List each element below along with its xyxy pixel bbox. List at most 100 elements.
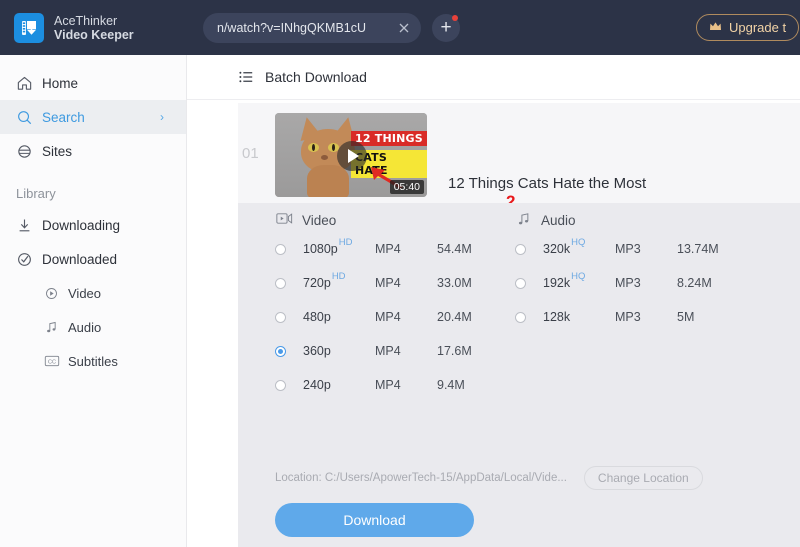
video-section-title: Video [302, 212, 337, 228]
sidebar-item-search[interactable]: Search › [0, 100, 186, 134]
radio-button[interactable] [275, 311, 286, 323]
list-icon [238, 69, 254, 85]
sidebar-label-video: Video [68, 285, 102, 301]
sidebar-item-subtitles[interactable]: CC Subtitles [0, 344, 186, 378]
download-item-card: 01 12 THINGS CATS HATE 05:40 12 Things C… [238, 103, 800, 547]
option-format: MP4 [375, 378, 401, 392]
upgrade-label: Upgrade t [729, 20, 787, 35]
option-format: MP3 [615, 310, 641, 324]
option-size: 13.74M [677, 242, 719, 256]
sidebar-label-subtitles: Subtitles [68, 353, 118, 369]
search-icon [16, 109, 42, 126]
video-title: 12 Things Cats Hate the Most [448, 175, 647, 192]
upgrade-button[interactable]: Upgrade t [696, 14, 800, 41]
option-size: 5M [677, 310, 695, 324]
option-format: MP4 [375, 344, 401, 358]
option-size: 17.6M [437, 344, 472, 358]
tab-label: n/watch?v=INhgQKMB1cU [217, 21, 367, 35]
title-bar: AceThinker Video Keeper n/watch?v=INhgQK… [0, 0, 800, 55]
thumbnail-text-top: 12 THINGS [351, 131, 427, 146]
video-option-row[interactable]: 1080p HD MP4 54.4M [275, 237, 505, 256]
radio-button[interactable] [275, 243, 286, 255]
sidebar-item-audio[interactable]: Audio [0, 310, 186, 344]
cat-body [307, 165, 349, 197]
audio-option-row[interactable]: 128k MP3 5M [515, 310, 745, 324]
hq-badge: HQ [571, 237, 586, 248]
sidebar-label-search: Search [42, 109, 85, 125]
audio-option-row[interactable]: 192k HQ MP3 8.24M [515, 271, 745, 290]
video-option-row[interactable]: 480p MP4 20.4M [275, 310, 505, 324]
radio-button[interactable] [275, 379, 286, 391]
option-quality: 360p [303, 344, 331, 358]
option-format: MP4 [375, 276, 401, 290]
svg-text:CC: CC [48, 360, 56, 366]
sidebar-item-video[interactable]: Video [0, 276, 186, 310]
cat-nose [321, 155, 328, 160]
hd-badge: HD [338, 237, 353, 248]
sidebar-label-downloading: Downloading [42, 217, 121, 233]
video-option-row[interactable]: 240p MP4 9.4M [275, 378, 505, 392]
download-button[interactable]: Download [275, 503, 474, 537]
video-duration: 05:40 [389, 180, 424, 194]
sidebar-label-home: Home [42, 75, 79, 91]
option-size: 20.4M [437, 310, 472, 324]
video-option-row[interactable]: 720p HD MP4 33.0M [275, 271, 505, 290]
radio-button[interactable] [275, 277, 286, 289]
format-options-panel: Video Audio 1080p HD MP4 54.4M 720p HD M… [238, 203, 800, 547]
notification-dot [452, 15, 458, 21]
play-circle-icon [44, 286, 68, 301]
audio-section-header: Audio [516, 212, 576, 229]
option-format: MP4 [375, 242, 401, 256]
option-size: 33.0M [437, 276, 472, 290]
option-quality: 1080p HD [303, 237, 353, 256]
option-quality: 720p HD [303, 271, 346, 290]
main-content: Batch Download 01 12 THINGS CATS HATE 05… [187, 55, 800, 547]
option-quality: 320k HQ [543, 237, 586, 256]
sidebar-item-downloaded[interactable]: Downloaded [0, 242, 186, 276]
content-header: Batch Download [187, 55, 800, 100]
location-path: Location: C:/Users/ApowerTech-15/AppData… [275, 472, 567, 484]
sidebar-item-home[interactable]: Home [0, 66, 186, 100]
sidebar-label-audio: Audio [68, 319, 102, 335]
check-circle-icon [16, 251, 42, 268]
option-quality: 128k [543, 310, 571, 324]
close-icon[interactable] [393, 17, 415, 39]
music-note-icon [516, 212, 532, 229]
music-note-icon [44, 320, 68, 335]
option-size: 54.4M [437, 242, 472, 256]
sidebar-label-downloaded: Downloaded [42, 251, 118, 267]
radio-button[interactable] [515, 277, 526, 289]
option-quality: 480p [303, 310, 331, 324]
option-quality: 240p [303, 378, 331, 392]
cat-eye-left [308, 143, 319, 152]
crown-icon [709, 20, 722, 35]
sidebar-item-downloading[interactable]: Downloading [0, 208, 186, 242]
change-location-button[interactable]: Change Location [583, 466, 703, 490]
radio-button[interactable] [515, 243, 526, 255]
globe-icon [16, 143, 42, 160]
sidebar-label-sites: Sites [42, 143, 73, 159]
video-option-row-selected[interactable]: 360p MP4 17.6M [275, 344, 505, 358]
item-index: 01 [242, 145, 259, 162]
option-quality: 192k HQ [543, 271, 586, 290]
browser-tab[interactable]: n/watch?v=INhgQKMB1cU [203, 13, 421, 43]
chevron-right-icon[interactable]: › [160, 110, 164, 124]
option-format: MP3 [615, 276, 641, 290]
play-icon[interactable] [337, 141, 367, 171]
video-thumbnail[interactable]: 12 THINGS CATS HATE 05:40 [275, 113, 427, 197]
new-tab-button[interactable]: + [432, 14, 460, 42]
radio-button[interactable] [515, 311, 526, 323]
brand-text: AceThinker Video Keeper [54, 14, 134, 42]
hq-badge: HQ [571, 271, 586, 282]
video-icon [276, 212, 293, 228]
option-format: MP4 [375, 310, 401, 324]
download-item-row: 01 12 THINGS CATS HATE 05:40 12 Things C… [238, 103, 800, 269]
radio-button-selected[interactable] [275, 345, 286, 357]
brand-line-2: Video Keeper [54, 27, 134, 42]
sidebar-section-library: Library [16, 185, 56, 201]
home-icon [16, 75, 42, 92]
plus-icon: + [440, 17, 452, 38]
audio-option-row[interactable]: 320k HQ MP3 13.74M [515, 237, 745, 256]
sidebar-item-sites[interactable]: Sites [0, 134, 186, 168]
brand-line-1: AceThinker [54, 13, 118, 28]
